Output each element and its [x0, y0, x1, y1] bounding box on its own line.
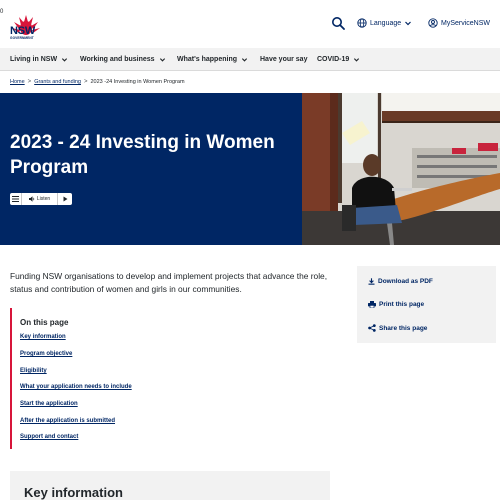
- print-icon: [368, 300, 376, 308]
- nav-item-whats-happening[interactable]: What's happening: [177, 48, 248, 71]
- play-icon: [63, 196, 67, 202]
- toc-link-eligibility[interactable]: Eligibility: [20, 368, 47, 374]
- print-page-label: Print this page: [379, 300, 425, 308]
- chevron-down-icon: [405, 21, 412, 26]
- breadcrumb-separator: >: [83, 79, 88, 85]
- download-pdf-button[interactable]: Download as PDF: [368, 276, 433, 286]
- myservicensw-link[interactable]: MyServiceNSW: [428, 16, 490, 30]
- speaker-icon: [28, 196, 35, 202]
- language-label: Language: [370, 19, 402, 27]
- breadcrumb-current: 2023 -24 Investing in Women Program: [90, 79, 185, 85]
- search-icon[interactable]: [331, 16, 345, 30]
- breadcrumb-separator: >: [27, 79, 32, 85]
- toc-link-support-and-contact[interactable]: Support and contact: [20, 434, 78, 440]
- chevron-down-icon: [61, 58, 68, 62]
- page-actions-panel: Download as PDF Print this page Share th…: [357, 266, 496, 343]
- nav-item-working-and-business[interactable]: Working and business: [80, 48, 166, 71]
- globe-icon: [357, 18, 367, 28]
- intro-paragraph: Funding NSW organisations to develop and…: [10, 271, 328, 294]
- nav-item-have-your-say[interactable]: Have your say: [260, 48, 307, 71]
- chevron-down-icon: [354, 58, 360, 62]
- listen-label: Listen: [36, 196, 51, 202]
- share-page-button[interactable]: Share this page: [368, 323, 427, 333]
- site-header: 0 NSW GOVERNMENT Language MyServiceNSW: [0, 0, 500, 48]
- play-button[interactable]: [58, 193, 72, 205]
- toc-link-program-objective[interactable]: Program objective: [20, 351, 72, 357]
- nav-item-label: What's happening: [177, 56, 237, 63]
- key-information-heading: Key information: [24, 485, 123, 500]
- user-icon: [428, 18, 438, 28]
- key-information-card: Key information: [10, 471, 330, 500]
- myservicensw-label: MyServiceNSW: [441, 19, 491, 27]
- share-page-label: Share this page: [379, 324, 428, 332]
- listen-player[interactable]: Listen: [10, 193, 72, 205]
- main-navigation: Living in NSW Working and business What'…: [0, 48, 500, 71]
- print-page-button[interactable]: Print this page: [368, 299, 424, 309]
- nav-item-living-in-nsw[interactable]: Living in NSW: [10, 48, 68, 71]
- toc-link-after-submission[interactable]: After the application is submitted: [20, 418, 115, 424]
- menu-icon: [12, 196, 19, 202]
- language-selector[interactable]: Language: [357, 16, 412, 30]
- edge-text: 0: [0, 9, 4, 15]
- share-icon: [368, 324, 376, 332]
- breadcrumb: Home > Grants and funding > 2023 -24 Inv…: [10, 77, 185, 87]
- download-icon: [368, 277, 375, 285]
- chevron-down-icon: [241, 58, 248, 62]
- nav-item-label: Working and business: [80, 56, 155, 63]
- breadcrumb-home[interactable]: Home: [10, 79, 25, 85]
- chevron-down-icon: [159, 58, 165, 62]
- logo-subtext: GOVERNMENT: [10, 36, 34, 40]
- download-pdf-label: Download as PDF: [378, 277, 433, 285]
- nav-item-covid-19[interactable]: COVID-19: [317, 48, 360, 71]
- page-title: 2023 - 24 Investing in Women Program: [10, 132, 275, 178]
- on-this-page-title: On this page: [20, 318, 69, 327]
- nav-item-label: COVID-19: [317, 56, 350, 63]
- listen-button[interactable]: Listen: [22, 193, 58, 205]
- hero-photo: [302, 93, 500, 245]
- nav-item-label: Living in NSW: [10, 56, 58, 63]
- nav-item-label: Have your say: [260, 56, 308, 63]
- toc-link-key-information[interactable]: Key information: [20, 334, 66, 340]
- toc-link-start-application[interactable]: Start the application: [20, 401, 78, 407]
- breadcrumb-grants-and-funding[interactable]: Grants and funding: [34, 79, 81, 85]
- on-this-page: On this page Key information Program obj…: [10, 308, 310, 449]
- toc-link-application-needs[interactable]: What your application needs to include: [20, 384, 132, 390]
- listen-menu-button[interactable]: [10, 193, 22, 205]
